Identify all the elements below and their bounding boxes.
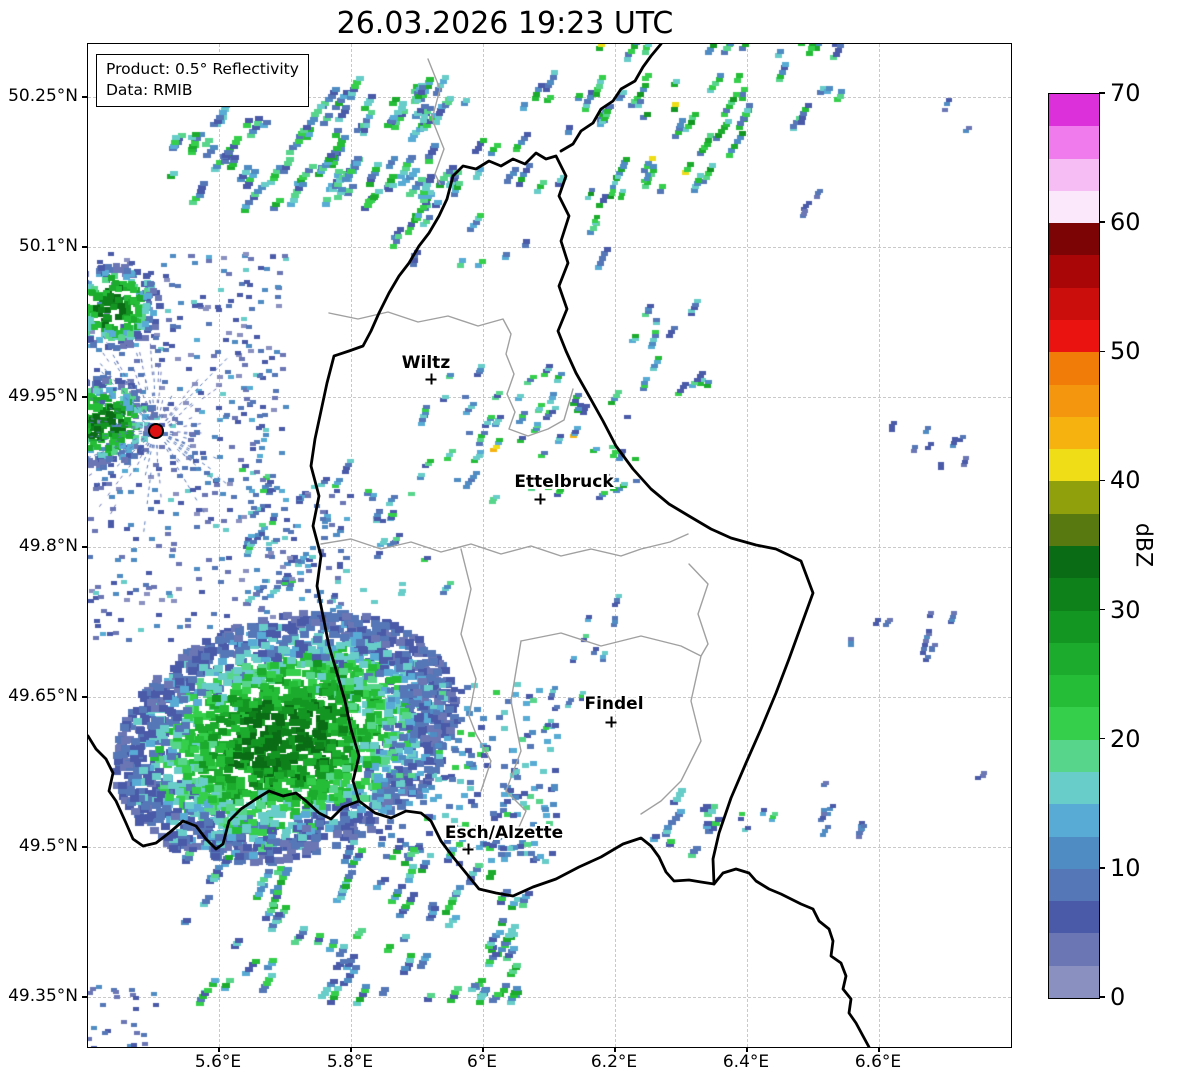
colorbar-segment [1049, 190, 1099, 224]
colorbar-segment [1049, 416, 1099, 450]
france-germany-border [712, 867, 871, 1047]
x-tick-label: 5.8°E [326, 1052, 374, 1072]
colorbar-segment [1049, 158, 1099, 191]
district-border [427, 58, 445, 185]
colorbar-segment [1049, 93, 1099, 127]
y-tick-label: 49.65°N [8, 686, 78, 706]
y-tick-mark [82, 246, 87, 248]
district-border [475, 733, 492, 792]
x-tick-mark [350, 1046, 352, 1052]
x-tick-label: 6.2°E [590, 1052, 638, 1072]
x-tick-mark [746, 1046, 748, 1052]
figure-title: 26.03.2026 19:23 UTC [336, 6, 674, 41]
y-tick-label: 49.5°N [18, 836, 78, 856]
colorbar-segment [1049, 351, 1099, 385]
colorbar-segment [1049, 900, 1099, 934]
city-label: Wiltz [401, 353, 451, 373]
district-border [505, 640, 522, 792]
y-tick-label: 50.25°N [8, 86, 78, 106]
colorbar-tick-mark [1099, 867, 1105, 869]
colorbar-tick-label: 70 [1110, 79, 1141, 107]
colorbar [1048, 93, 1100, 999]
x-tick-mark [878, 1046, 880, 1052]
colorbar-segment [1049, 384, 1099, 417]
colorbar-tick-mark [1099, 996, 1105, 998]
colorbar-tick-label: 0 [1110, 983, 1126, 1011]
y-tick-label: 49.95°N [8, 386, 78, 406]
colorbar-segment [1049, 642, 1099, 676]
colorbar-tick-label: 40 [1110, 466, 1141, 495]
colorbar-segment [1049, 125, 1099, 159]
colorbar-segment [1049, 868, 1099, 902]
city-marker-icon [534, 493, 546, 505]
city-marker-icon [605, 716, 617, 728]
colorbar-tick-label: 10 [1110, 853, 1141, 882]
belgium-germany-border [559, 44, 663, 153]
colorbar-tick-label: 30 [1110, 595, 1141, 624]
colorbar-tick-mark [1099, 608, 1105, 611]
x-tick-label: 5.6°E [194, 1052, 242, 1072]
y-tick-mark [82, 696, 87, 698]
y-tick-mark [82, 546, 87, 548]
colorbar-segment [1049, 803, 1099, 837]
colorbar-segment [1049, 222, 1099, 256]
y-tick-mark [82, 96, 87, 98]
city-label: Esch/Alzette [444, 823, 564, 843]
colorbar-segment [1049, 319, 1099, 353]
x-tick-label: 6.4°E [722, 1052, 770, 1072]
colorbar-tick-mark [1099, 479, 1105, 482]
colorbar-tick-label: 20 [1110, 724, 1141, 753]
colorbar-segment [1049, 965, 1099, 998]
city-marker-icon [425, 373, 437, 385]
radar-figure: 26.03.2026 19:23 UTC Wiltz Ettelbruck Find… [0, 0, 1184, 1081]
colorbar-segment [1049, 932, 1099, 966]
product-info-box: Product: 0.5° Reflectivity Data: RMIB [96, 54, 309, 107]
colorbar-segment [1049, 610, 1099, 643]
colorbar-segment [1049, 739, 1099, 772]
colorbar-tick-mark [1099, 350, 1105, 353]
colorbar-segment [1049, 287, 1099, 320]
x-tick-mark [218, 1046, 220, 1052]
colorbar-segment [1049, 480, 1099, 514]
colorbar-tick-mark [1099, 92, 1105, 94]
city-label: Ettelbruck [514, 472, 614, 492]
colorbar-tick-mark [1099, 221, 1105, 223]
colorbar-tick-label: 50 [1110, 337, 1141, 366]
y-tick-mark [82, 996, 87, 998]
colorbar-segment [1049, 513, 1099, 546]
colorbar-axis-label: dBZ [1130, 522, 1156, 568]
y-tick-mark [82, 396, 87, 398]
map-plot-area: Wiltz Ettelbruck Findel Esch/Alzette Produc… [87, 43, 1012, 1048]
city-marker-icon [462, 843, 474, 855]
colorbar-segment [1049, 254, 1099, 288]
colorbar-segment [1049, 674, 1099, 708]
product-info-line2: Data: RMIB [106, 80, 193, 99]
district-border [460, 548, 477, 735]
product-info-line1: Product: 0.5° Reflectivity [106, 60, 299, 78]
x-tick-label: 6.6°E [854, 1052, 902, 1072]
y-tick-label: 49.35°N [8, 986, 78, 1006]
city-label: Findel [584, 694, 644, 714]
district-border [688, 563, 709, 657]
colorbar-tick-label: 60 [1110, 208, 1141, 237]
colorbar-tick-mark [1099, 737, 1105, 740]
colorbar-segment [1049, 771, 1099, 805]
y-tick-label: 50.1°N [18, 236, 78, 256]
x-tick-mark [614, 1046, 616, 1052]
x-tick-mark [482, 1046, 484, 1052]
y-tick-label: 49.8°N [18, 536, 78, 556]
colorbar-segment [1049, 836, 1099, 869]
france-belgium-border [88, 734, 361, 851]
country-borders [88, 44, 871, 1047]
district-border [320, 533, 689, 557]
luxembourg-border [309, 151, 815, 898]
colorbar-segment [1049, 706, 1099, 740]
colorbar-segment [1049, 448, 1099, 482]
colorbar-segment [1049, 545, 1099, 579]
y-tick-mark [82, 846, 87, 848]
x-tick-label: 6°E [466, 1052, 498, 1072]
colorbar-segment [1049, 577, 1099, 611]
radar-site-marker [148, 423, 164, 439]
district-border [328, 311, 574, 437]
